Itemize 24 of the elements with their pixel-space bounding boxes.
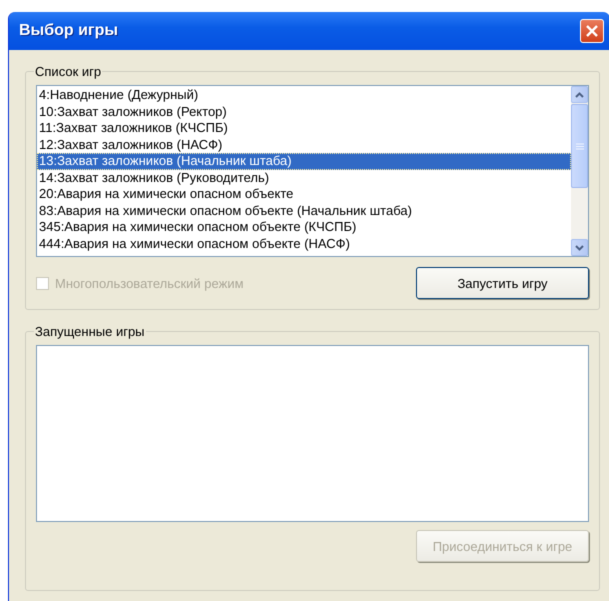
list-item[interactable]: 83:Авария на химически опасном объекте (Начальник штаба): [37, 202, 571, 219]
group-legend: Запущенные игры: [34, 324, 146, 339]
scroll-thumb[interactable]: [571, 104, 588, 188]
list-item[interactable]: 345:Авария на химически опасном объекте (КЧСПБ): [37, 219, 571, 236]
chevron-down-icon: [575, 244, 584, 250]
list-item[interactable]: 11:Захват заложников (КЧСПБ): [37, 120, 571, 136]
scrollbar[interactable]: [571, 86, 588, 256]
games-list[interactable]: [36, 85, 589, 257]
list-item[interactable]: 10:Захват заложников (Ректор): [37, 104, 571, 120]
scroll-up-button[interactable]: [571, 86, 588, 103]
group-legend: Список игр: [34, 64, 102, 79]
scroll-down-button[interactable]: [571, 239, 588, 256]
start-game-button[interactable]: Запустить игру: [416, 267, 589, 299]
grip-icon: [576, 142, 584, 150]
list-item[interactable]: 14:Захват заложников (Руководитель): [37, 170, 571, 186]
list-item[interactable]: 13:Захват заложников (Начальник штаба): [37, 153, 571, 170]
list-item[interactable]: 20:Авария на химически опасном объекте: [37, 186, 571, 202]
chevron-up-icon: [575, 92, 584, 98]
close-icon: [585, 24, 599, 38]
window-title: Выбор игры: [19, 22, 118, 40]
close-button[interactable]: [580, 19, 604, 43]
list-item[interactable]: 12:Захват заложников (НАСФ): [37, 136, 571, 153]
list-item[interactable]: 444:Авария на химически опасном объекте (НАСФ): [37, 236, 571, 252]
list-item[interactable]: 4:Наводнение (Дежурный): [37, 87, 571, 104]
